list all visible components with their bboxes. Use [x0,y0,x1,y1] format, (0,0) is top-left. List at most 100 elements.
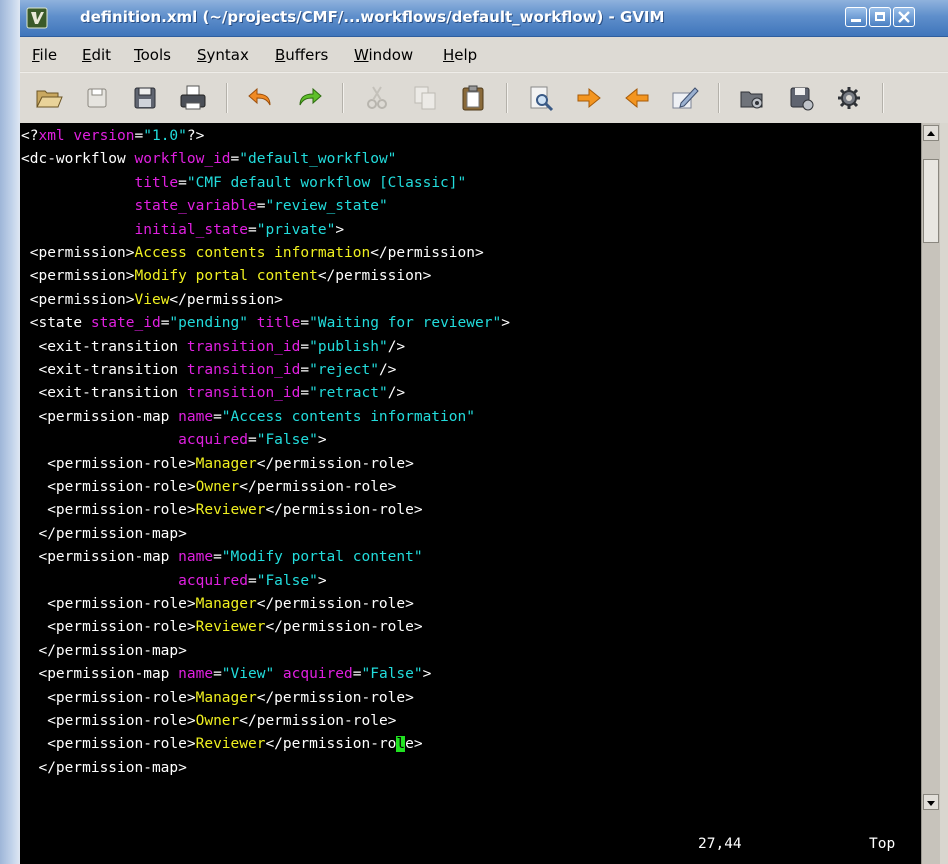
paste-button[interactable] [458,83,488,113]
redo-icon [299,87,322,106]
code-token: <permission> [21,268,135,285]
make-button[interactable] [738,83,768,113]
code-token: "View" [221,666,275,683]
code-token: Reviewer [195,502,266,519]
menu-help[interactable]: Help [443,46,477,64]
gvim-app-icon[interactable] [26,7,48,29]
save-all-button[interactable] [130,83,160,113]
code-token: "default_workflow" [239,151,397,168]
save-session-button[interactable] [786,83,816,113]
code-token: </permission-role> [256,455,414,472]
scroll-up-button[interactable] [923,125,939,141]
code-token: </permission> [169,291,283,308]
code-token: <exit-transition [21,362,187,378]
code-token: = [248,221,257,238]
code-line: <permission-role>Manager</permission-rol… [21,593,414,616]
copy-button[interactable] [410,83,440,113]
code-line: </permission-map> [21,640,186,663]
code-token: <permission> [21,245,135,261]
arrow-down-icon [927,801,935,806]
code-token: = [213,666,222,683]
menu-window[interactable]: Window [354,46,413,64]
code-token: Reviewer [195,619,266,636]
code-token: "False" [256,432,318,449]
print-icon [180,85,206,110]
vertical-scrollbar[interactable] [921,123,941,864]
code-line: <dc-workflow workflow_id="default_workfl… [21,148,396,171]
load-session-button[interactable] [670,83,700,113]
code-token: Manager [195,455,257,472]
code-line: acquired="False"> [21,570,327,593]
scrollbar-thumb[interactable] [923,159,939,243]
minimize-button[interactable] [845,7,867,27]
code-token: xml version [38,128,135,144]
menu-buffers[interactable]: Buffers [275,46,328,64]
code-token: </permission-map> [21,525,187,542]
undo-button[interactable] [246,83,276,113]
arrow-up-icon [927,131,935,136]
run-script-icon [838,87,860,109]
code-token: "Waiting for reviewer" [309,315,502,332]
menu-edit[interactable]: Edit [82,46,111,64]
minimize-icon [851,19,861,22]
code-line: <state state_id="pending" title="Waiting… [21,312,510,335]
code-token: initial_state [134,221,249,238]
code-token: transition_id [186,385,301,402]
code-token: "CMF default workflow [Classic]" [186,174,467,191]
title-bar[interactable]: definition.xml (~/projects/CMF/...workfl… [20,0,948,37]
toolbar [20,72,948,124]
find-next-icon [577,87,601,109]
code-token: acquired [178,572,248,589]
scroll-down-button[interactable] [923,794,939,810]
code-token: Manager [195,689,257,706]
code-line: <permission-role>Owner</permission-role> [21,710,396,733]
paste-icon [462,85,484,111]
run-script-button[interactable] [834,83,864,113]
code-token: = [213,408,222,425]
code-token: <? [21,128,39,144]
code-token: </permission> [317,268,432,285]
code-token: "review_state" [265,198,388,215]
open-icon [36,90,63,108]
close-icon [898,11,910,23]
toolbar-separator [506,83,508,113]
code-line: <permission-role>Manager</permission-rol… [21,453,414,476]
toolbar-separator [226,83,228,113]
code-line: </permission-map> [21,523,187,546]
code-token: acquired [178,432,248,449]
print-button[interactable] [178,83,208,113]
code-token: <permission> [21,291,135,308]
code-token: name [178,666,214,683]
menu-file[interactable]: File [32,46,57,64]
find-next-button[interactable] [574,83,604,113]
code-token: <permission-role> [21,596,196,612]
code-token: ?> [186,128,205,144]
open-button[interactable] [34,83,64,113]
find-button[interactable] [526,83,556,113]
cut-button[interactable] [362,83,392,113]
save-button[interactable] [82,83,112,113]
find-previous-button[interactable] [622,83,652,113]
code-line: <permission-role>Owner</permission-role> [21,476,396,499]
code-token: = [300,362,310,378]
code-line: </permission-map> [21,757,186,780]
menu-syntax[interactable]: Syntax [197,46,249,64]
maximize-button[interactable] [869,7,891,27]
code-token: <exit-transition [21,385,187,402]
code-token: View [134,291,170,308]
text-editor[interactable]: </permission-map> <permission-role>Revie… [20,123,921,864]
code-token: <permission-role> [21,619,196,636]
code-token: state_variable [134,198,257,215]
code-token: "False" [256,572,318,589]
redo-button[interactable] [294,83,324,113]
code-line: <exit-transition transition_id="publish"… [21,336,405,359]
code-token: > [317,572,327,589]
code-token: Manager [195,596,257,612]
close-button[interactable] [893,7,915,27]
menu-tools[interactable]: Tools [134,46,171,64]
code-line: <permission-map name="Modify portal cont… [21,546,422,569]
code-token: > [501,315,510,332]
